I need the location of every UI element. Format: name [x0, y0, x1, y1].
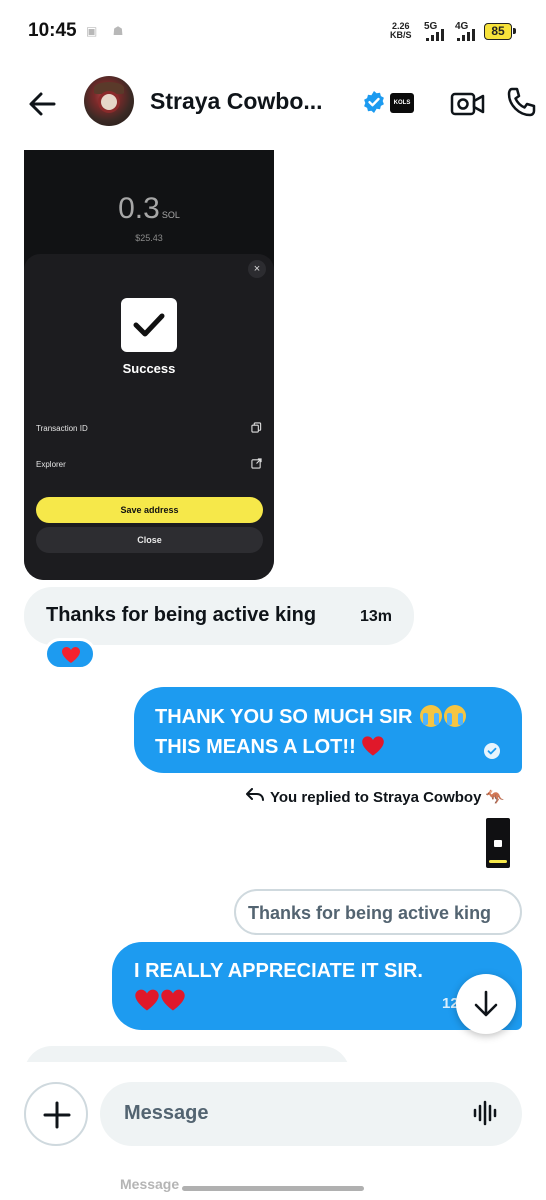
message-text: Thanks for being active king — [46, 604, 317, 626]
affiliate-badge-icon: KOLS — [390, 93, 414, 113]
image-row-label: Explorer — [36, 460, 66, 469]
message-time: 13m — [360, 608, 393, 625]
reply-context: You replied to Straya Cowboy 🦘 — [246, 788, 504, 806]
outgoing-message[interactable]: THANK YOU SO MUCH SIR THIS MEANS A LOT!! — [134, 687, 522, 773]
voice-call-button[interactable] — [504, 86, 538, 120]
network-speed-unit: KB/S — [390, 30, 412, 40]
navigation-bar: Message — [0, 1176, 546, 1200]
incoming-message[interactable]: Thanks for being active king 13m — [24, 587, 414, 645]
image-amount: 0.3 SOL — [118, 192, 180, 225]
checkmark-icon — [121, 298, 177, 352]
shared-image[interactable]: 0.3 SOL $25.43 × Success Transaction ID E… — [24, 150, 274, 580]
message-input-placeholder: Message — [124, 1102, 209, 1124]
external-link-icon — [251, 458, 262, 469]
status-time: 10:45 — [28, 20, 77, 41]
copy-icon — [251, 422, 262, 433]
message-list[interactable]: 0.3 SOL $25.43 × Success Transaction ID E… — [0, 150, 546, 1062]
quoted-text: Thanks for being active king — [248, 903, 492, 923]
status-bar: 10:45 ▣ ☗ 2.26 KB/S 5G 4G 85 — [0, 0, 546, 60]
conversation-header: Straya Cowbo... KOLS — [0, 70, 546, 140]
message-line-2 — [134, 988, 186, 1017]
arrow-left-icon — [29, 92, 56, 116]
home-indicator[interactable] — [182, 1186, 364, 1191]
video-camera-icon — [450, 92, 485, 116]
verified-badge-icon — [364, 91, 384, 113]
image-success-sheet: × Success Transaction ID Explorer Save a… — [24, 254, 274, 580]
battery-icon: 85 — [484, 23, 516, 40]
arrow-down-icon — [474, 990, 498, 1017]
incoming-message-partial[interactable] — [24, 1046, 350, 1062]
crying-face-icon — [419, 705, 442, 727]
message-composer: Message — [0, 1068, 546, 1168]
crying-face-icon — [443, 705, 466, 727]
heart-icon — [161, 989, 185, 1011]
image-transaction-id-row: Transaction ID — [36, 422, 262, 433]
back-button[interactable] — [26, 88, 58, 120]
message-line-2: THIS MEANS A LOT!! — [155, 735, 385, 759]
add-media-button[interactable] — [24, 1082, 88, 1146]
heart-icon — [362, 736, 385, 756]
image-save-address-button: Save address — [36, 497, 263, 523]
kangaroo-emoji-icon: 🦘 — [485, 789, 505, 806]
heart-icon — [62, 647, 80, 663]
avatar[interactable] — [84, 76, 134, 126]
plus-icon — [43, 1101, 71, 1129]
video-call-button[interactable] — [450, 88, 486, 120]
image-usd-value: $25.43 — [135, 233, 163, 243]
notification-icons: ▣ ☗ — [86, 24, 130, 38]
network-speed: 2.26 KB/S — [390, 22, 412, 40]
reply-arrow-icon — [246, 788, 264, 801]
message-line-1: I REALLY APPRECIATE IT SIR. — [134, 960, 423, 982]
ghost-hint-text: Message — [120, 1176, 180, 1192]
signal-icon-2 — [457, 28, 475, 41]
signal-icon — [426, 28, 444, 41]
audio-waveform-icon — [473, 1100, 497, 1126]
image-explorer-row: Explorer — [36, 458, 262, 469]
quoted-message[interactable]: Thanks for being active king — [234, 889, 522, 935]
close-icon: × — [248, 260, 266, 278]
contact-name[interactable]: Straya Cowbo... — [150, 88, 323, 115]
reply-note-text: You replied to Straya Cowboy — [270, 789, 482, 806]
reply-thumbnail[interactable] — [486, 818, 510, 868]
voice-message-button[interactable] — [470, 1098, 500, 1128]
image-close-button: Close — [36, 527, 263, 553]
image-success-label: Success — [122, 361, 176, 376]
image-row-label: Transaction ID — [36, 424, 88, 433]
phone-icon — [507, 87, 536, 117]
message-line-1: THANK YOU SO MUCH SIR — [155, 705, 466, 729]
read-receipt-icon — [484, 743, 500, 759]
heart-icon — [135, 989, 159, 1011]
scroll-to-bottom-button[interactable] — [456, 974, 516, 1034]
reaction-badge[interactable] — [44, 638, 96, 670]
